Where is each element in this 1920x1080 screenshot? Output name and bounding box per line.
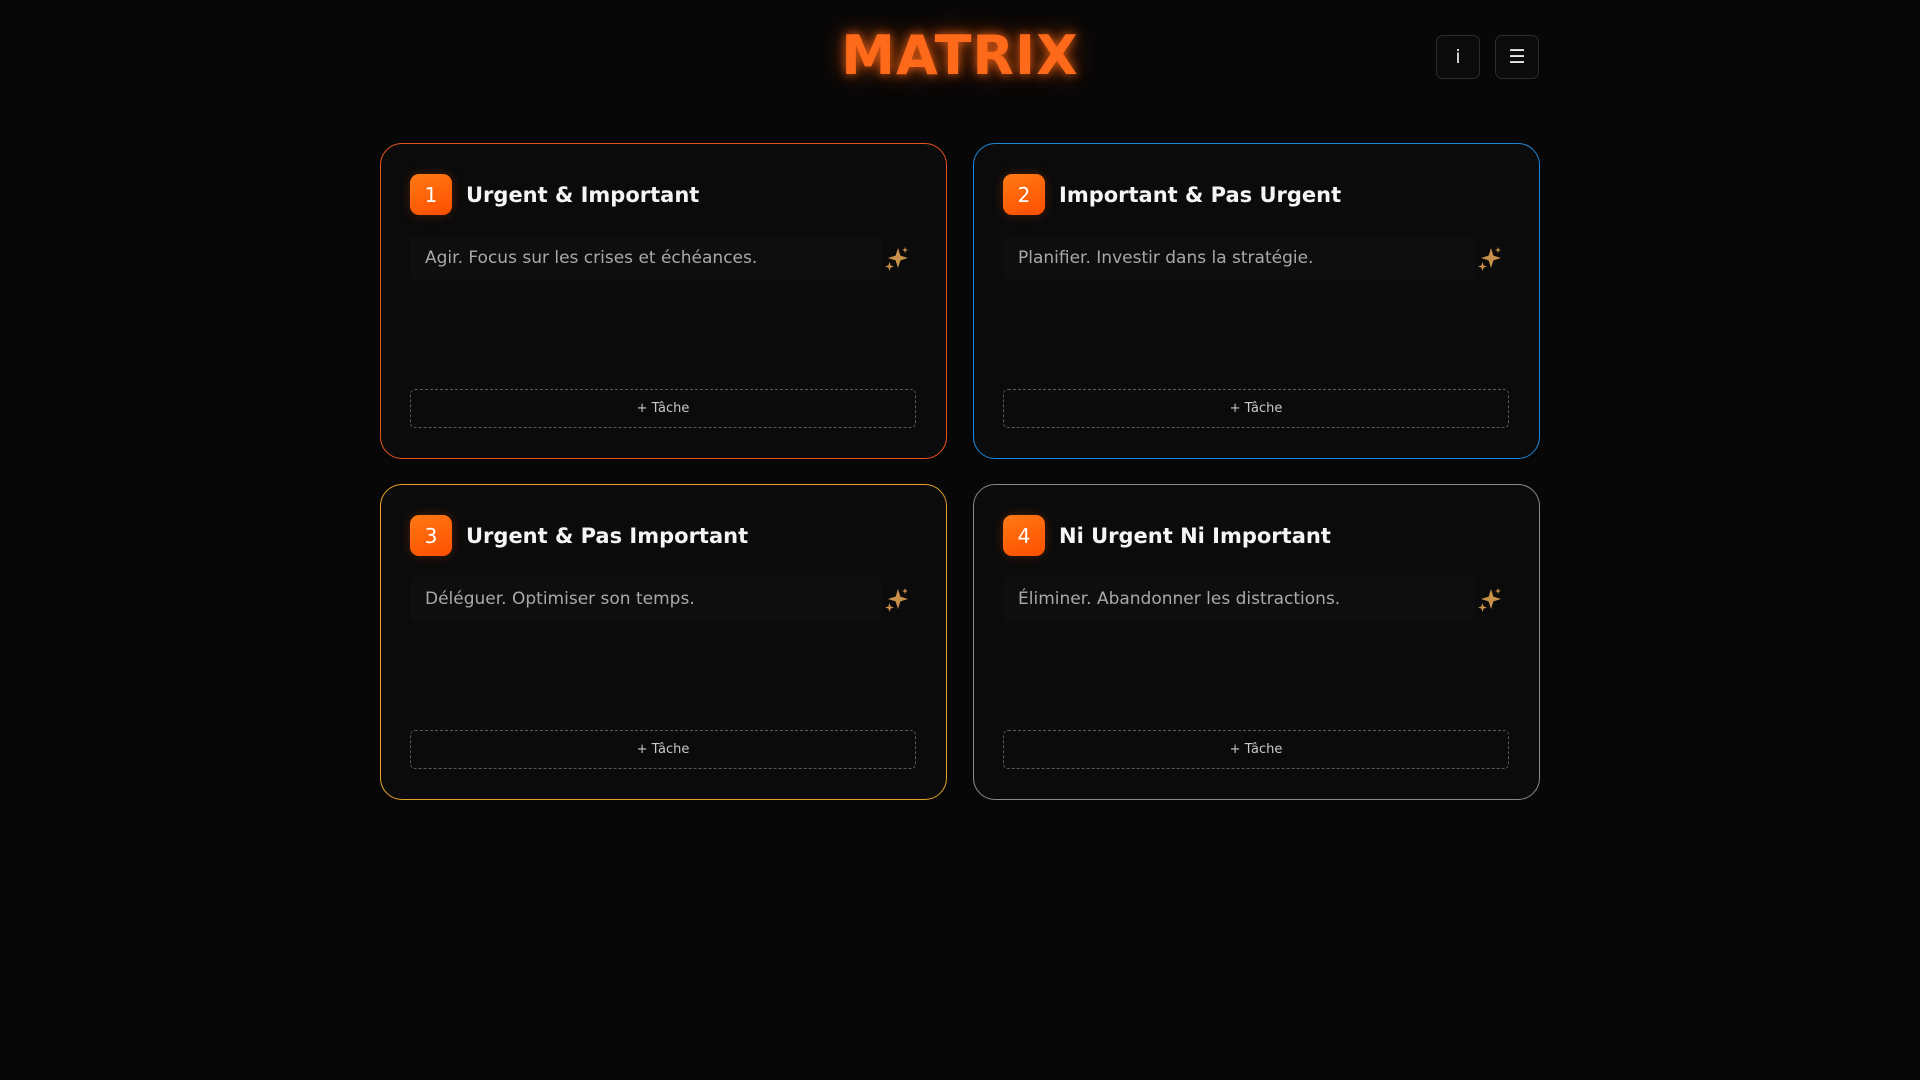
quadrant-description: Planifier. Investir dans la stratégie.	[1003, 236, 1475, 280]
quadrant-number-badge: 3	[410, 515, 452, 556]
sparkles-icon[interactable]	[883, 586, 911, 614]
sparkles-icon[interactable]	[1476, 245, 1504, 273]
add-task-button[interactable]: + Tâche	[410, 730, 916, 769]
add-task-button[interactable]: + Tâche	[1003, 730, 1509, 769]
add-task-button[interactable]: + Tâche	[410, 389, 916, 428]
sparkles-icon[interactable]	[1476, 586, 1504, 614]
quadrant-description: Déléguer. Optimiser son temps.	[410, 577, 882, 621]
quadrant-header: 3 Urgent & Pas Important	[410, 515, 748, 556]
quadrant-2: 2 Important & Pas Urgent Planifier. Inve…	[973, 143, 1540, 459]
sparkles-icon[interactable]	[883, 245, 911, 273]
quadrant-title: Ni Urgent Ni Important	[1059, 523, 1331, 548]
quadrant-number-badge: 1	[410, 174, 452, 215]
quadrant-description: Agir. Focus sur les crises et échéances.	[410, 236, 882, 280]
menu-button[interactable]: ☰	[1495, 35, 1539, 79]
quadrant-title: Important & Pas Urgent	[1059, 182, 1342, 207]
quadrant-number-badge: 4	[1003, 515, 1045, 556]
quadrant-header: 2 Important & Pas Urgent	[1003, 174, 1341, 215]
quadrant-1: 1 Urgent & Important Agir. Focus sur les…	[380, 143, 947, 459]
quadrant-3: 3 Urgent & Pas Important Déléguer. Optim…	[380, 484, 947, 800]
eisenhower-matrix: 1 Urgent & Important Agir. Focus sur les…	[380, 143, 1540, 800]
quadrant-header: 4 Ni Urgent Ni Important	[1003, 515, 1331, 556]
quadrant-number-badge: 2	[1003, 174, 1045, 215]
quadrant-title: Urgent & Important	[466, 182, 700, 207]
info-button[interactable]: i	[1436, 35, 1480, 79]
app-header: MATRIX i ☰	[0, 0, 1920, 115]
quadrant-description: Éliminer. Abandonner les distractions.	[1003, 577, 1475, 621]
quadrant-title: Urgent & Pas Important	[466, 523, 749, 548]
app-title: MATRIX	[841, 24, 1079, 87]
add-task-button[interactable]: + Tâche	[1003, 389, 1509, 428]
quadrant-4: 4 Ni Urgent Ni Important Éliminer. Aband…	[973, 484, 1540, 800]
quadrant-header: 1 Urgent & Important	[410, 174, 699, 215]
